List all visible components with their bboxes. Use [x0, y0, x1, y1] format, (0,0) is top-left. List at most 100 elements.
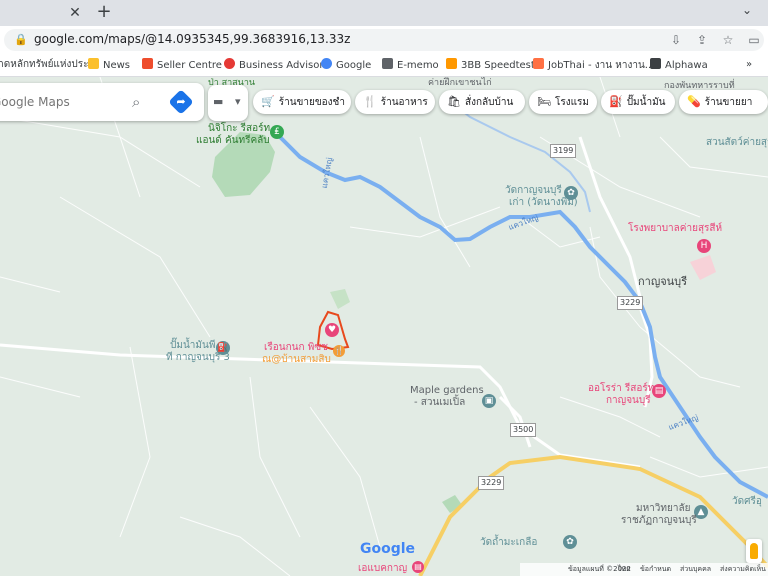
share-icon[interactable]: ⇪ [694, 32, 710, 48]
heart-icon [224, 58, 235, 69]
bookmark-label: 3BB Speedtest [461, 60, 535, 71]
bookmarks-overflow-button[interactable]: » [746, 58, 752, 72]
pegman-button[interactable] [746, 539, 762, 563]
fork-knife-icon: 🍴 [363, 95, 377, 108]
bookmark-item[interactable]: Google [321, 58, 371, 72]
map-label[interactable]: เก่า (วัดนางพิม) [509, 197, 578, 209]
bookmark-label: E-memo [397, 60, 439, 71]
chip-restaurant[interactable]: 🍴 ร้านอาหาร [355, 90, 435, 114]
feedback-link[interactable]: ส่งความคิดเห็น [720, 563, 766, 576]
map-label[interactable]: ปั๊มน้ำมันพี [170, 340, 215, 352]
tab-strip: ✕ + ⌄ [0, 0, 768, 26]
map-label[interactable]: สวนสัตว์ค่ายสุร [706, 137, 768, 149]
town-label[interactable]: กาญจนบุรี [638, 276, 687, 288]
road-shield: 3500 [510, 423, 537, 437]
bookmark-item[interactable]: ลาดหลักทรัพย์แห่งประ... [0, 58, 98, 72]
bookmark-star-icon[interactable]: ☆ [720, 32, 736, 48]
park-pin-icon[interactable]: ₤ [270, 125, 284, 139]
sidebar-icon[interactable]: ▭ [746, 32, 762, 48]
road-shield: 3199 [550, 144, 577, 158]
chip-label: ปั๊มน้ำมัน [626, 97, 666, 108]
map-label[interactable]: วัดถ้ำมะเกลือ [480, 537, 537, 549]
folder-icon [88, 58, 99, 69]
address-bar[interactable]: 🔒 google.com/maps/@14.0935345,99.3683916… [4, 29, 764, 51]
map-label[interactable]: Maple gardens [410, 385, 484, 397]
lock-icon[interactable]: 🔒 [14, 33, 28, 46]
hotel-pin-icon[interactable]: ▤ [412, 561, 424, 573]
map-label[interactable]: ราชภัฏกาญจนบุรี [621, 515, 697, 527]
bookmark-label: News [103, 60, 131, 71]
map-graphics [0, 77, 768, 576]
park-pin-icon[interactable]: ▣ [482, 394, 496, 408]
map-label[interactable]: มหาวิทยาลัย [636, 503, 690, 515]
heart-pin-icon[interactable]: ♥ [325, 323, 339, 337]
search-box: ⌕ ➦ [0, 83, 204, 121]
map-canvas[interactable]: ₤ ✿ H ⛽ ♥ 🍴 ▣ ▤ ▲ ✿ ▤ 3199 3229 3500 322… [0, 77, 768, 576]
bookmark-item[interactable]: JobThai - งาน หางาน... [533, 58, 654, 72]
chip-takeout[interactable]: 🛍 สั่งกลับบ้าน [439, 90, 525, 114]
map-label[interactable]: ค่ายฝึกเขาชนไก่ [428, 77, 492, 89]
keyboard-icon: ▬ [213, 95, 224, 108]
chip-label: ร้านขายของชำ [278, 97, 345, 108]
directions-icon[interactable]: ➦ [168, 89, 194, 115]
pill-icon: 💊 [687, 95, 701, 108]
language-link[interactable]: ไทย [618, 563, 630, 576]
new-tab-button[interactable]: + [94, 2, 114, 22]
bookmark-item[interactable]: 3BB Speedtest [446, 58, 535, 72]
jobthai-icon [533, 58, 544, 69]
bookmark-label: Alphawa [665, 60, 708, 71]
temple-pin-icon[interactable]: ✿ [563, 535, 577, 549]
shop-icon [142, 58, 153, 69]
road-shield: 3229 [478, 476, 505, 490]
map-label[interactable]: ที กาญจนบุรี 3 [166, 352, 230, 364]
chip-pharmacy[interactable]: 💊 ร้านขายยา [679, 90, 768, 114]
map-label[interactable]: ออโรร่า รีสอร์ท [588, 383, 654, 395]
bookmark-label: Business Advisor [239, 60, 324, 71]
map-label[interactable]: ณ@บ้านสามสิบ [262, 354, 331, 366]
map-label[interactable]: เอแบคกาญ [358, 563, 407, 575]
road-shield: 3229 [617, 296, 644, 310]
chevron-down-icon: ▾ [235, 95, 241, 108]
map-label[interactable]: กาญจนบุรี [606, 395, 651, 407]
chip-hotel[interactable]: 🛏 โรงแรม [529, 90, 597, 114]
chip-label: สั่งกลับบ้าน [464, 97, 514, 108]
cart-icon: 🛒 [261, 95, 275, 108]
map-label[interactable]: วัดกาญจนบุรี [505, 185, 562, 197]
hospital-area [690, 255, 716, 280]
map-label[interactable]: โรงพยาบาลค่ายสุรสีห์ [628, 223, 722, 235]
bookmark-label: ลาดหลักทรัพย์แห่งประ... [0, 59, 98, 70]
bookmark-item[interactable]: Business Advisor [224, 58, 323, 72]
hospital-pin-icon[interactable]: H [697, 239, 711, 253]
bookmark-item[interactable]: News [88, 58, 130, 72]
url-text[interactable]: google.com/maps/@14.0935345,99.3683916,1… [34, 32, 350, 46]
memo-icon [382, 58, 393, 69]
bookmark-item[interactable]: E-memo [382, 58, 439, 72]
bar-chart-icon [650, 58, 661, 69]
speedtest-icon [446, 58, 457, 69]
bookmarks-bar: ลาดหลักทรัพย์แห่งประ... News Seller Cent… [0, 54, 768, 77]
privacy-link[interactable]: ส่วนบุคคล [680, 563, 711, 576]
chip-grocery[interactable]: 🛒 ร้านขายของชำ [253, 90, 351, 114]
search-icon[interactable]: ⌕ [132, 93, 140, 111]
map-label[interactable]: นิจิโกะ รีสอร์ท [208, 123, 270, 135]
map-label[interactable]: เรือนกนก พิซซ [264, 342, 328, 354]
bookmark-label: Seller Centre [157, 60, 222, 71]
search-input[interactable] [0, 92, 122, 112]
map-label[interactable]: - สวนเมเปิ้ล [414, 397, 465, 409]
chip-label: ร้านขายยา [704, 97, 753, 108]
bookmark-item[interactable]: Alphawa [650, 58, 708, 72]
food-pin-icon[interactable]: 🍴 [333, 345, 345, 357]
close-icon[interactable]: ✕ [66, 4, 84, 22]
park-area [330, 289, 350, 309]
terms-link[interactable]: ข้อกำหนด [640, 563, 671, 576]
map-label[interactable]: แอนด์ คันทรีคลับ [196, 135, 270, 147]
chip-label: ร้านอาหาร [380, 97, 428, 108]
chip-gas-station[interactable]: ⛽ ปั๊มน้ำมัน [601, 90, 675, 114]
bed-icon: 🛏 [537, 95, 551, 108]
tab-search-icon[interactable]: ⌄ [738, 3, 756, 21]
bookmark-label: Google [336, 60, 372, 71]
map-label[interactable]: วัดศรีอุ [732, 496, 762, 508]
install-icon[interactable]: ⇩ [668, 32, 684, 48]
bookmark-item[interactable]: Seller Centre [142, 58, 222, 72]
keyboard-button[interactable]: ▬ ▾ [208, 85, 248, 121]
